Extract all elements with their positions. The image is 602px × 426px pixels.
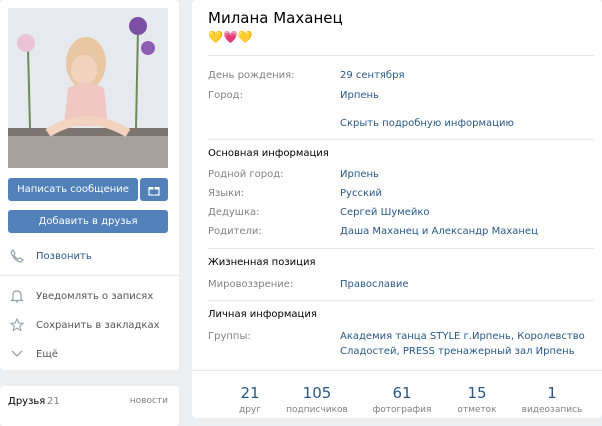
- counter-number: 105: [302, 384, 332, 402]
- profile-name: Милана Маханец: [208, 9, 343, 27]
- phone-icon: [8, 248, 26, 264]
- add-friend-button[interactable]: Добавить в друзья: [8, 210, 168, 233]
- grandpa-label: Дедушка:: [208, 207, 260, 218]
- groups-value-line1[interactable]: Академия танца STYLE г.Ирпень, Королевст…: [340, 331, 585, 342]
- worldview-value[interactable]: Православие: [340, 279, 409, 290]
- main-info-title: Основная информация: [208, 148, 329, 159]
- city-label: Город:: [208, 90, 243, 101]
- chevron-down-icon: [8, 346, 26, 362]
- toggle-details-link[interactable]: Скрыть подробную информацию: [340, 118, 514, 129]
- counter-number: 15: [467, 384, 487, 402]
- divider: [192, 370, 602, 371]
- personal-info-title: Личная информация: [208, 309, 317, 320]
- divider: [0, 275, 179, 276]
- counter-label: видеозапись: [521, 405, 583, 415]
- profile-info-card: Милана Маханец 💛💗💛 День рождения: 29 сен…: [192, 0, 602, 418]
- languages-label: Языки:: [208, 188, 245, 199]
- gift-button[interactable]: [140, 178, 168, 201]
- groups-value-line2[interactable]: Сладостей, PRESS тренажерный зал Ирпень: [340, 346, 575, 357]
- hometown-value[interactable]: Ирпень: [340, 169, 379, 180]
- send-message-button[interactable]: Написать сообщение: [8, 178, 138, 201]
- bookmark-action[interactable]: Сохранить в закладках: [8, 317, 160, 333]
- counter-label: отметок: [457, 405, 497, 415]
- divider: [208, 139, 594, 140]
- friends-card: Друзья 21 новости: [0, 386, 179, 426]
- profile-left-card: Написать сообщение Добавить в друзья Поз…: [0, 0, 179, 370]
- hometown-label: Родной город:: [208, 169, 284, 180]
- counter-label: подписчиков: [286, 405, 348, 415]
- divider: [208, 300, 594, 301]
- worldview-label: Мировоззрение:: [208, 279, 294, 290]
- call-label: Позвонить: [36, 250, 92, 262]
- friends-count: 21: [47, 396, 60, 407]
- counter-number: 61: [392, 384, 412, 402]
- friends-news-link[interactable]: новости: [130, 396, 168, 406]
- more-action[interactable]: Ещё: [8, 346, 58, 362]
- parents-value[interactable]: Даша Маханец и Александр Маханец: [340, 226, 538, 237]
- counter-number: 1: [547, 384, 557, 402]
- grandpa-value[interactable]: Сергей Шумейко: [340, 207, 430, 218]
- star-icon: [8, 317, 26, 333]
- divider: [208, 55, 594, 56]
- bell-icon: [8, 288, 26, 304]
- counter-videos[interactable]: 1 видеозапись: [512, 384, 592, 415]
- counter-photos[interactable]: 61 фотография: [362, 384, 442, 415]
- counter-followers[interactable]: 105 подписчиков: [277, 384, 357, 415]
- birthday-label: День рождения:: [208, 70, 295, 81]
- profile-photo[interactable]: [8, 8, 168, 168]
- parents-label: Родители:: [208, 226, 262, 237]
- gift-icon: [148, 186, 160, 196]
- counter-tags[interactable]: 15 отметок: [437, 384, 517, 415]
- add-friend-label: Добавить в друзья: [38, 216, 138, 227]
- divider: [208, 248, 594, 249]
- groups-label: Группы:: [208, 331, 251, 342]
- notify-posts-action[interactable]: Уведомлять о записях: [8, 288, 153, 304]
- notify-posts-label: Уведомлять о записях: [36, 290, 154, 302]
- life-position-title: Жизненная позиция: [208, 257, 316, 268]
- birthday-value[interactable]: 29 сентября: [340, 70, 404, 81]
- city-value[interactable]: Ирпень: [340, 90, 379, 101]
- profile-status: 💛💗💛: [208, 30, 253, 44]
- more-label: Ещё: [36, 348, 58, 360]
- friends-title[interactable]: Друзья: [8, 396, 45, 407]
- counter-label: фотография: [372, 405, 432, 415]
- languages-value[interactable]: Русский: [340, 188, 382, 199]
- send-message-label: Написать сообщение: [17, 184, 129, 195]
- bookmark-label: Сохранить в закладках: [36, 319, 160, 331]
- profile-photo-image: [8, 8, 168, 168]
- call-action[interactable]: Позвонить: [8, 248, 92, 264]
